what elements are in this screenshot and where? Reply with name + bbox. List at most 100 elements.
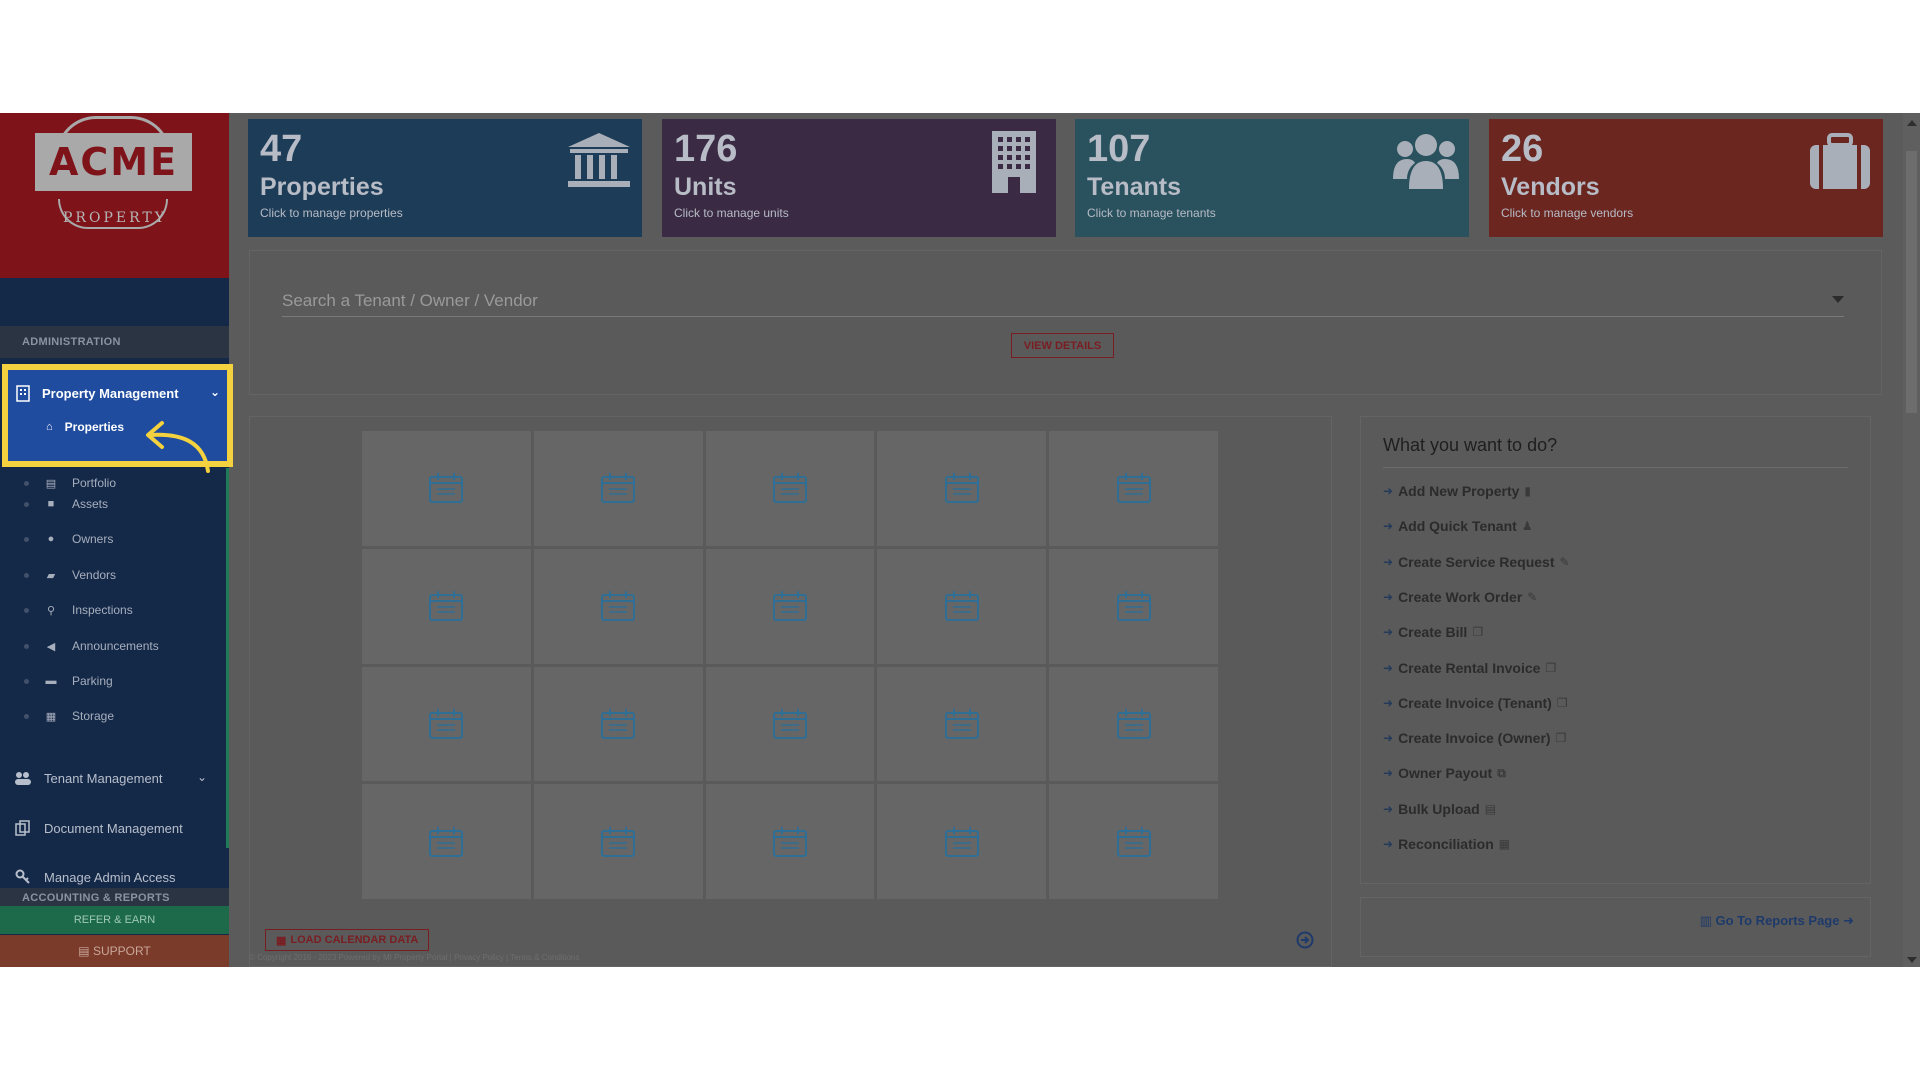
calendar-cell [1049, 666, 1218, 782]
view-details-button[interactable]: VIEW DETAILS [1011, 333, 1114, 358]
calendar-icon [429, 708, 464, 739]
quick-action-item[interactable]: ➜ Add New Property ▮ [1383, 481, 1531, 501]
quick-action-item[interactable]: ➜ Create Work Order ✎ [1383, 587, 1537, 607]
nav-label: Document Management [44, 820, 183, 836]
sidebar-item-owners[interactable]: ● Owners [0, 522, 229, 556]
quick-action-item[interactable]: ➜ Bulk Upload ▤ [1383, 799, 1496, 819]
search-input[interactable] [282, 285, 1844, 317]
calendar-icon [944, 473, 979, 504]
arrow-right-icon: ➜ [1383, 766, 1394, 781]
calendar-cell [705, 431, 875, 546]
quick-action-label: Create Invoice (Tenant) [1398, 694, 1552, 711]
quick-action-item[interactable]: ➜ Owner Payout ⧉ [1383, 763, 1506, 783]
stat-card-properties[interactable]: 47 Properties Click to manage properties [248, 119, 642, 237]
support-button[interactable]: ▤ SUPPORT [0, 935, 229, 967]
wrench-icon: ✎ [1527, 589, 1538, 604]
brand-logo[interactable]: ACME PROPERTY [0, 113, 229, 278]
refer-and-earn-button[interactable]: REFER & EARN [0, 906, 229, 934]
calendar-cell [1049, 784, 1218, 899]
quick-actions-title: What you want to do? [1383, 435, 1558, 455]
sidebar-item-inspections[interactable]: ⚲ Inspections [0, 593, 229, 627]
tree-dot [24, 643, 29, 649]
stat-subtitle: Click to manage units [674, 206, 789, 220]
quick-action-item[interactable]: ➜ Create Invoice (Tenant) ❐ [1383, 693, 1568, 713]
sidebar-item-document-management[interactable]: Document Management [0, 808, 229, 848]
search-icon: ⚲ [46, 604, 56, 617]
quick-action-item[interactable]: ➜ Create Invoice (Owner) ❐ [1383, 728, 1566, 748]
calendar-cell [1049, 548, 1218, 664]
sidebar-item-storage[interactable]: ▦ Storage [0, 699, 229, 733]
sidebar-item-property-management[interactable]: Property Management ⌄ [16, 378, 220, 408]
calendar-icon [944, 591, 979, 622]
tree-dot [24, 536, 29, 542]
scroll-up-icon[interactable] [1907, 120, 1917, 126]
arrow-right-icon: ➜ [1383, 589, 1394, 604]
wrench-icon: ✎ [1559, 554, 1570, 569]
archive-icon: ▦ [45, 710, 57, 723]
stat-card-tenants[interactable]: 107 Tenants Click to manage tenants [1075, 119, 1469, 237]
calendar-cell [362, 666, 531, 782]
sidebar-item-assets[interactable]: ■ Assets [0, 487, 229, 521]
calendar-icon [1116, 473, 1151, 504]
tree-dot [24, 713, 29, 719]
sidebar-item-tenant-management[interactable]: Tenant Management ⌄ [0, 758, 229, 798]
sidebar-item-properties[interactable]: ⌂ Properties [46, 420, 124, 434]
calendar-cell [533, 548, 703, 664]
arrow-circle-icon[interactable] [1296, 931, 1314, 949]
tree-dot [24, 501, 29, 507]
calendar-cell [362, 548, 531, 664]
section-accounting: ACCOUNTING & REPORTS [0, 888, 229, 906]
caret-down-icon[interactable] [1832, 296, 1844, 303]
sidebar-item-parking[interactable]: ▬ Parking [0, 664, 229, 698]
calendar-cell [362, 784, 531, 899]
app-screen: ACME PROPERTY ADMINISTRATION ▤ Portfolio… [0, 113, 1920, 967]
tree-dot [24, 678, 29, 684]
calendar-cell [533, 431, 703, 546]
load-calendar-button[interactable]: ▦ LOAD CALENDAR DATA [265, 929, 430, 951]
documents-icon [14, 819, 32, 837]
quick-action-item[interactable]: ➜ Create Rental Invoice ❐ [1383, 658, 1556, 678]
nav-label: Property Management [42, 385, 179, 401]
user-icon: ● [47, 533, 55, 545]
quick-action-label: Bulk Upload [1398, 800, 1480, 817]
quick-action-item[interactable]: ➜ Create Bill ❐ [1383, 622, 1483, 642]
sidebar-item-vendors[interactable]: ▰ Vendors [0, 558, 229, 592]
database-icon: ▤ [1484, 801, 1497, 816]
tree-dot [24, 572, 29, 578]
arrow-right-icon: ➜ [1383, 731, 1394, 746]
quick-action-item[interactable]: ➜ Reconciliation ▦ [1383, 834, 1510, 854]
copy-icon: ❐ [1545, 660, 1557, 675]
sidebar-item-label: Assets [72, 497, 109, 511]
calendar-cell [705, 666, 875, 782]
calendar-cell [533, 784, 703, 899]
footer-copyright: © Copyright 2016 - 2023 Powered by MI Pr… [249, 953, 580, 962]
calendar-icon [1116, 826, 1151, 857]
calendar-cell [533, 666, 703, 782]
sidebar-item-announcements[interactable]: ◀ Announcements [0, 629, 229, 663]
calendar-cell [877, 666, 1047, 782]
scroll-thumb[interactable] [1906, 151, 1917, 413]
quick-action-label: Create Invoice (Owner) [1398, 730, 1551, 747]
calendar-icon: ▦ [276, 934, 287, 947]
sidebar-item-label: Announcements [72, 639, 159, 653]
quick-action-label: Create Bill [1398, 624, 1468, 641]
go-to-reports-link[interactable]: ▥ Go To Reports Page ➜ [1700, 913, 1854, 929]
arrow-right-icon: ➜ [1839, 913, 1854, 928]
users-icon [1393, 134, 1459, 189]
quick-action-label: Owner Payout [1398, 765, 1493, 782]
sidebar-scrollbar[interactable] [226, 468, 229, 848]
calendar-icon [429, 473, 464, 504]
page-scrollbar[interactable] [1903, 113, 1920, 967]
calendar-icon [601, 591, 636, 622]
calendar-cell [877, 431, 1047, 546]
calendar-cell [705, 784, 875, 899]
quick-action-item[interactable]: ➜ Create Service Request ✎ [1383, 552, 1570, 572]
calendar-icon [944, 826, 979, 857]
stat-card-vendors[interactable]: 26 Vendors Click to manage vendors [1489, 119, 1883, 237]
reports-panel: ▥ Go To Reports Page ➜ [1360, 897, 1871, 957]
scroll-down-icon[interactable] [1907, 957, 1917, 963]
quick-action-item[interactable]: ➜ Add Quick Tenant ♟ [1383, 516, 1533, 536]
sidebar-item-label: Owners [72, 532, 114, 546]
nav-label: Tenant Management [44, 770, 163, 786]
stat-card-units[interactable]: 176 Units Click to manage units [662, 119, 1056, 237]
